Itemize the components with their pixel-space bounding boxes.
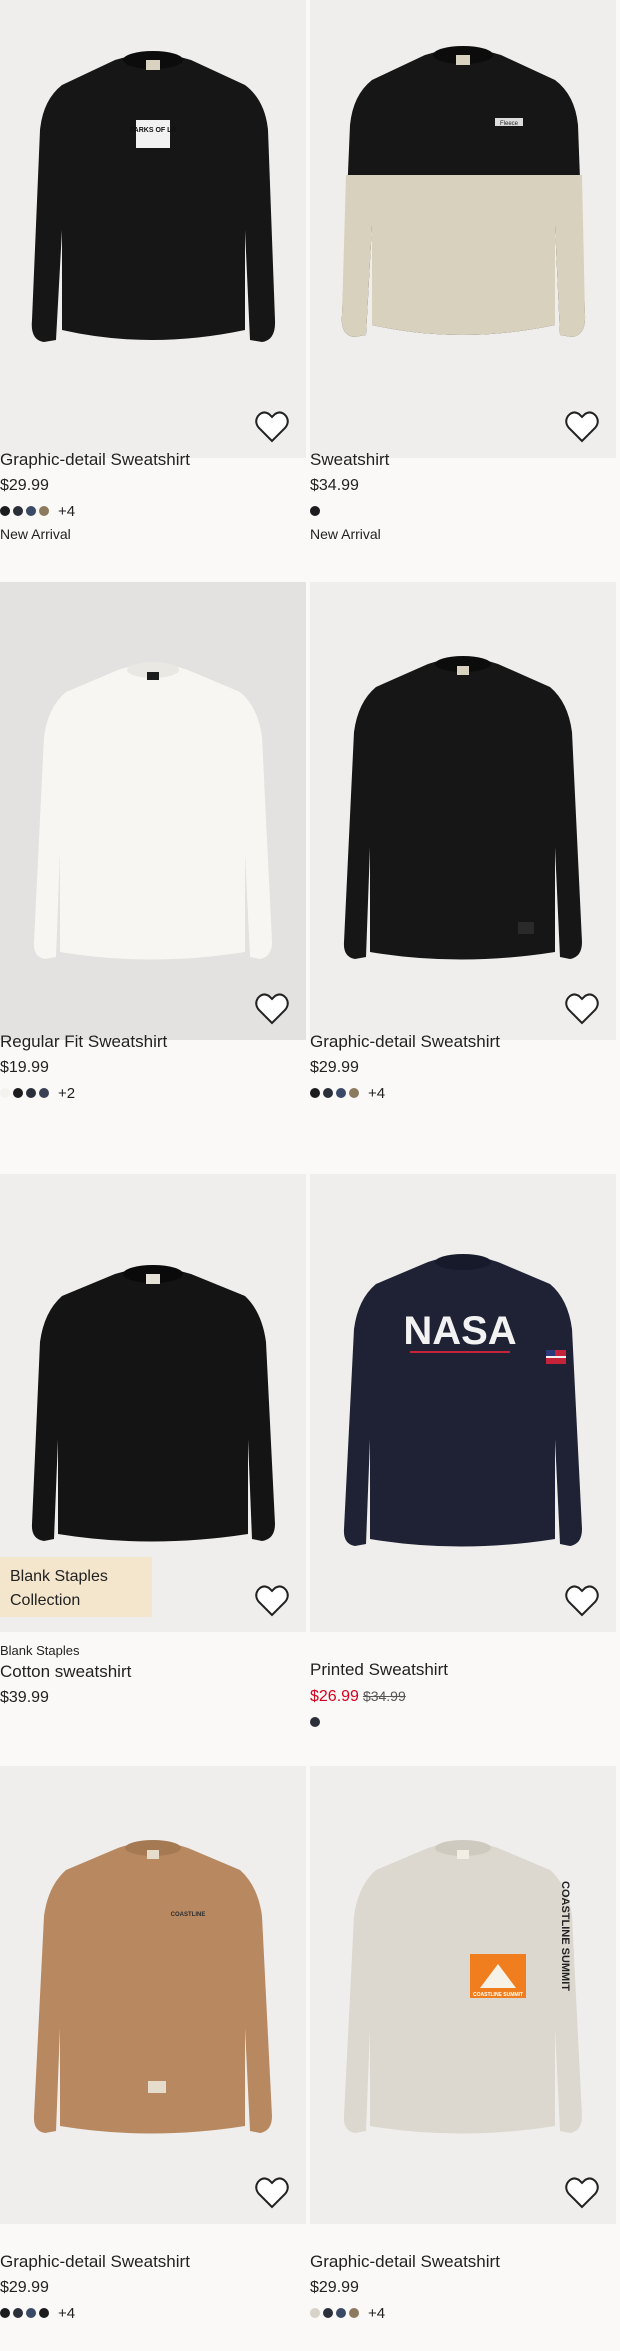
swatch[interactable] xyxy=(310,2308,320,2318)
product-price: $26.99 $34.99 xyxy=(310,1684,616,1709)
product-image[interactable]: Fleece xyxy=(310,0,616,458)
product-price: $29.99 xyxy=(0,477,49,494)
sweatshirt-image: COASTLINE xyxy=(0,1766,306,2224)
swatch[interactable] xyxy=(39,1088,49,1098)
color-swatches[interactable]: +4 xyxy=(0,502,306,520)
swatch[interactable] xyxy=(310,1717,320,1727)
sweatshirt-image: COASTLINE SUMMIT COASTLINE SUMMIT xyxy=(310,1766,616,2224)
swatch[interactable] xyxy=(26,1088,36,1098)
sale-price: $26.99 xyxy=(310,1688,359,1705)
product-price: $29.99 xyxy=(310,1059,359,1076)
color-swatches[interactable] xyxy=(310,502,616,520)
product-title[interactable]: Regular Fit Sweatshirt xyxy=(0,1030,306,1054)
swatch[interactable] xyxy=(0,1088,10,1098)
heart-icon[interactable] xyxy=(254,410,290,444)
product-price: $19.99 xyxy=(0,1059,49,1076)
heart-icon[interactable] xyxy=(564,1584,600,1618)
sweatshirt-image: PARKS OF LA xyxy=(0,0,306,458)
swatch[interactable] xyxy=(310,506,320,516)
color-swatches[interactable]: +4 xyxy=(310,2304,616,2322)
swatch[interactable] xyxy=(349,2308,359,2318)
product-title[interactable]: Sweatshirt xyxy=(310,448,616,472)
swatch[interactable] xyxy=(26,506,36,516)
swatch[interactable] xyxy=(0,506,10,516)
swatch[interactable] xyxy=(13,506,23,516)
heart-icon[interactable] xyxy=(254,992,290,1026)
product-image[interactable]: NASA xyxy=(310,1174,616,1632)
sweatshirt-image: NASA xyxy=(310,1174,616,1632)
print-text: NASA xyxy=(403,1309,516,1353)
swatch[interactable] xyxy=(0,2308,10,2318)
product-price: $39.99 xyxy=(0,1689,49,1706)
print-text: COASTLINE SUMMIT xyxy=(559,1881,571,1991)
more-colors[interactable]: +4 xyxy=(58,503,75,520)
original-price: $34.99 xyxy=(362,1688,406,1704)
color-swatches[interactable]: +4 xyxy=(310,1084,616,1102)
swatch[interactable] xyxy=(39,2308,49,2318)
color-swatches[interactable] xyxy=(310,1713,616,1731)
swatch[interactable] xyxy=(39,506,49,516)
product-image[interactable]: Blank Staples Collection xyxy=(0,1174,306,1632)
more-colors[interactable]: +4 xyxy=(368,2305,385,2322)
more-colors[interactable]: +2 xyxy=(58,1085,75,1102)
print-text: COASTLINE xyxy=(171,1912,206,1918)
heart-icon[interactable] xyxy=(254,2176,290,2210)
swatch[interactable] xyxy=(336,1088,346,1098)
product-image[interactable] xyxy=(310,582,616,1040)
product-image[interactable]: COASTLINE xyxy=(0,1766,306,2224)
new-arrival-marker: New Arrival xyxy=(0,526,71,542)
new-arrival-marker: New Arrival xyxy=(310,526,381,542)
brand-name: Blank Staples xyxy=(0,1643,80,1658)
sweatshirt-image xyxy=(0,582,306,1040)
swatch[interactable] xyxy=(310,1088,320,1098)
color-swatches[interactable]: +4 xyxy=(0,2304,306,2322)
product-image[interactable] xyxy=(0,582,306,1040)
swatch[interactable] xyxy=(323,2308,333,2318)
product-image[interactable]: COASTLINE SUMMIT COASTLINE SUMMIT xyxy=(310,1766,616,2224)
sweatshirt-image: Fleece xyxy=(310,0,616,458)
sweatshirt-image xyxy=(310,582,616,1040)
heart-icon[interactable] xyxy=(564,2176,600,2210)
product-title[interactable]: Graphic-detail Sweatshirt xyxy=(310,2250,616,2274)
promo-badge[interactable]: Blank Staples Collection xyxy=(0,1557,152,1617)
product-price: $29.99 xyxy=(310,2279,359,2296)
heart-icon[interactable] xyxy=(564,410,600,444)
more-colors[interactable]: +4 xyxy=(368,1085,385,1102)
product-title[interactable]: Graphic-detail Sweatshirt xyxy=(0,2250,306,2274)
swatch[interactable] xyxy=(26,2308,36,2318)
print-text: PARKS OF LA xyxy=(130,127,177,134)
swatch[interactable] xyxy=(13,1088,23,1098)
product-title[interactable]: Graphic-detail Sweatshirt xyxy=(0,448,306,472)
color-swatches[interactable]: +2 xyxy=(0,1084,306,1102)
product-title[interactable]: Printed Sweatshirt xyxy=(310,1658,616,1682)
heart-icon[interactable] xyxy=(254,1584,290,1618)
heart-icon[interactable] xyxy=(564,992,600,1026)
product-title[interactable]: Graphic-detail Sweatshirt xyxy=(310,1030,616,1054)
swatch[interactable] xyxy=(13,2308,23,2318)
product-price: $34.99 xyxy=(310,477,359,494)
swatch[interactable] xyxy=(336,2308,346,2318)
product-image[interactable]: PARKS OF LA xyxy=(0,0,306,458)
swatch[interactable] xyxy=(349,1088,359,1098)
print-text: Fleece xyxy=(500,121,519,127)
product-price: $29.99 xyxy=(0,2279,49,2296)
print-text: COASTLINE SUMMIT xyxy=(473,1992,523,1998)
product-title[interactable]: Cotton sweatshirt xyxy=(0,1660,306,1684)
swatch[interactable] xyxy=(323,1088,333,1098)
more-colors[interactable]: +4 xyxy=(58,2305,75,2322)
